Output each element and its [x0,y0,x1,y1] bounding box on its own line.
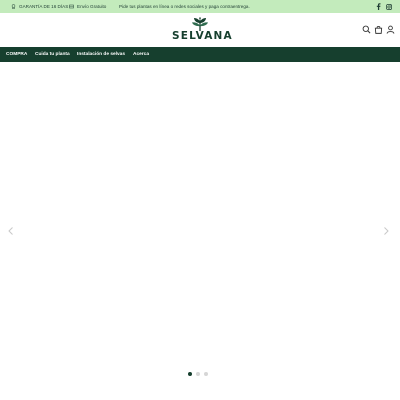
slider-dots [188,372,208,376]
bag-icon[interactable] [374,25,383,34]
nav-item-cuida[interactable]: Cuida tu planta [35,47,70,62]
order-note: Pide tus plantas en línea o redes social… [119,0,250,13]
user-icon[interactable] [386,25,395,34]
brand-name: SELVANA [172,30,233,42]
shipping-text: Envío Gratuito [77,4,107,9]
shipping-item: Envío Gratuito [69,0,106,13]
badge-icon [11,4,16,9]
facebook-link[interactable] [376,0,381,13]
chevron-left-icon[interactable] [6,226,16,236]
slider-dot[interactable] [204,372,208,376]
chevron-right-icon[interactable] [381,226,391,236]
site-header: SELVANA [0,13,400,47]
slider-dot[interactable] [188,372,192,376]
nav-item-acerca[interactable]: Acerca [133,47,149,62]
guarantee-text: GARANTÍA DE 16 DÍAS [19,4,69,9]
guarantee-item: GARANTÍA DE 16 DÍAS [11,0,68,13]
nav-item-compra[interactable]: COMPRA [6,47,27,62]
instagram-link[interactable] [386,0,392,13]
brand-logo[interactable]: SELVANA [172,17,233,45]
hero-slider [0,62,400,400]
search-icon[interactable] [362,25,371,34]
announcement-bar: GARANTÍA DE 16 DÍAS Envío Gratuito Pide … [0,0,400,13]
facebook-icon [376,3,381,10]
instagram-icon [386,3,392,10]
nav-item-instalacion[interactable]: Instalación de selvas [77,47,125,62]
main-nav: COMPRA Cuida tu planta Instalación de se… [0,47,400,62]
order-note-text: Pide tus plantas en línea o redes social… [119,4,250,9]
slider-dot[interactable] [196,372,200,376]
truck-icon [69,4,74,9]
